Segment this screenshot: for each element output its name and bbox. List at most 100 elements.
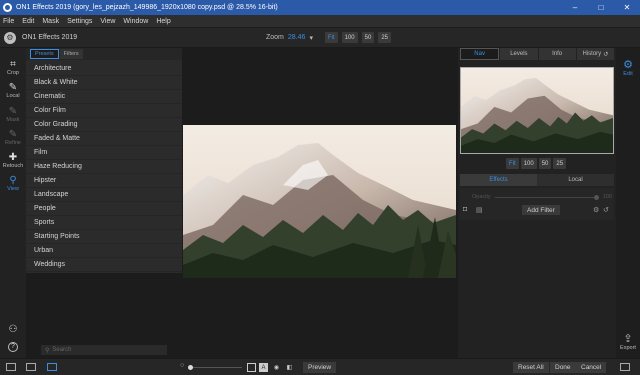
cancel-button[interactable]: Cancel — [576, 362, 607, 373]
preset-category[interactable]: Urban — [26, 244, 182, 258]
menu-help[interactable]: Help — [156, 18, 170, 25]
opacity-slider[interactable] — [494, 194, 599, 200]
tool-view[interactable]: ⚲ View — [0, 175, 26, 193]
gear-icon[interactable]: ⚙ — [4, 31, 16, 44]
left-toolbar: ⌗ Crop ✎ Local ✎ Mask ✎ Refine ✚ Retouch… — [0, 48, 26, 358]
preset-category[interactable]: Cinematic — [26, 90, 182, 104]
zoom-25-button[interactable]: 25 — [378, 32, 392, 43]
opacity-control: Opacity 100 — [472, 194, 612, 200]
menu-settings[interactable]: Settings — [67, 18, 92, 25]
menu-view[interactable]: View — [100, 18, 115, 25]
preset-category[interactable]: Hipster — [26, 174, 182, 188]
presets-list: Architecture Black & White Cinematic Col… — [26, 60, 182, 272]
thumbnail-size-knob[interactable] — [188, 365, 193, 370]
preset-category[interactable]: Weddings — [26, 258, 182, 272]
bottom-bar: ○ A ◉ ◧ Preview Reset All Done Cancel — [0, 358, 640, 375]
preset-category[interactable]: Haze Reducing — [26, 160, 182, 174]
done-button[interactable]: Done — [550, 362, 576, 373]
nav-50-button[interactable]: 50 — [538, 158, 552, 169]
app-icon — [3, 3, 12, 12]
tab-local[interactable]: Local — [537, 174, 614, 186]
zoom-out-icon[interactable]: ○ — [180, 362, 184, 369]
opacity-slider-knob[interactable] — [593, 194, 599, 200]
preset-category[interactable]: Architecture — [26, 62, 182, 76]
single-view-icon[interactable] — [47, 363, 57, 371]
settings-icon[interactable]: ⚙ — [593, 206, 599, 214]
reset-all-button[interactable]: Reset All — [513, 362, 549, 373]
presets-tabs: Presets Filters — [26, 48, 182, 60]
opacity-label: Opacity — [472, 194, 491, 200]
minimize-button[interactable]: – — [562, 0, 588, 15]
tool-crop[interactable]: ⌗ Crop — [0, 60, 26, 77]
edit-gear-icon: ⚙ — [623, 59, 633, 71]
tab-history[interactable]: History ↺ — [576, 48, 614, 60]
zoom-fit-button[interactable]: Fit — [324, 32, 338, 43]
menu-file[interactable]: File — [3, 18, 14, 25]
tab-presets[interactable]: Presets — [30, 49, 59, 59]
tab-nav[interactable]: Nav — [460, 48, 500, 60]
zoom-100-button[interactable]: 100 — [341, 32, 358, 43]
export-button[interactable]: ⇪ Export — [616, 334, 640, 352]
presets-panel: Presets Filters Architecture Black & Whi… — [26, 48, 182, 273]
preset-category[interactable]: Film — [26, 146, 182, 160]
thumbnail-size-slider[interactable] — [188, 365, 242, 370]
preset-category[interactable]: Color Grading — [26, 118, 182, 132]
tool-retouch[interactable]: ✚ Retouch — [0, 153, 26, 170]
preset-category[interactable]: People — [26, 202, 182, 216]
tool-local[interactable]: ✎ Local — [0, 82, 26, 100]
main-photo[interactable] — [183, 125, 456, 278]
mask-view-icon[interactable]: ◉ — [272, 363, 281, 372]
preset-category[interactable]: Faded & Matte — [26, 132, 182, 146]
nav-fit-button[interactable]: Fit — [506, 158, 519, 169]
history-icon: ↺ — [603, 51, 609, 58]
reset-icon[interactable]: ↺ — [603, 206, 609, 214]
preset-category[interactable]: Sports — [26, 216, 182, 230]
preview-button[interactable]: Preview — [303, 362, 337, 373]
tool-mask[interactable]: ✎ Mask — [0, 107, 26, 124]
preset-category[interactable]: Landscape — [26, 188, 182, 202]
zoom-value[interactable]: 28.46 — [288, 34, 306, 41]
view-icon: ⚲ — [9, 175, 17, 186]
tab-levels[interactable]: Levels — [500, 48, 538, 60]
menu-mask[interactable]: Mask — [42, 18, 59, 25]
camera-icon[interactable]: ◘ — [463, 206, 467, 213]
tab-info[interactable]: Info — [538, 48, 576, 60]
preset-category[interactable]: Black & White — [26, 76, 182, 90]
menu-window[interactable]: Window — [123, 18, 148, 25]
nav-25-button[interactable]: 25 — [553, 158, 567, 169]
compare-icon[interactable]: A — [259, 363, 268, 372]
overlay-icon[interactable]: ◧ — [285, 363, 294, 372]
add-filter-button[interactable]: Add Filter — [522, 205, 560, 215]
tab-filters[interactable]: Filters — [59, 49, 83, 59]
effects-panel: Opacity 100 ◘ ▤ Add Filter ⚙ ↺ — [460, 188, 614, 220]
navigator-preview[interactable] — [460, 67, 614, 154]
zoom-50-button[interactable]: 50 — [361, 32, 375, 43]
zoom-dropdown-icon[interactable]: ▾ — [309, 34, 313, 42]
user-button[interactable]: ⚇ — [0, 325, 26, 335]
maximize-button[interactable]: □ — [588, 0, 614, 15]
search-input[interactable]: ⚲ Search — [41, 345, 167, 355]
zoom-label: Zoom — [266, 34, 284, 41]
mountain-landscape-image — [183, 125, 456, 278]
menu-bar: File Edit Mask Settings View Window Help — [0, 15, 640, 28]
brush-icon: ✎ — [8, 82, 18, 93]
filmstrip-icon[interactable]: ▤ — [476, 206, 483, 214]
preset-category[interactable]: Color Film — [26, 104, 182, 118]
help-button[interactable]: ? — [0, 342, 26, 352]
right-panel-toggle-icon[interactable] — [620, 363, 630, 371]
crop-view-icon[interactable] — [247, 363, 256, 372]
tab-effects[interactable]: Effects — [460, 174, 537, 186]
tool-retouch-label: Retouch — [2, 163, 24, 169]
nav-100-button[interactable]: 100 — [520, 158, 537, 169]
preset-category[interactable]: Starting Points — [26, 230, 182, 244]
tool-refine[interactable]: ✎ Refine — [0, 130, 26, 147]
tool-crop-label: Crop — [7, 70, 19, 76]
panel-toggle-icon[interactable] — [6, 363, 16, 371]
module-edit[interactable]: ⚙ Edit — [616, 59, 640, 78]
help-icon: ? — [8, 342, 18, 352]
close-button[interactable]: ✕ — [614, 0, 640, 15]
effects-tabs: Effects Local — [460, 174, 614, 186]
menu-edit[interactable]: Edit — [22, 18, 34, 25]
filmstrip-view-icon[interactable] — [26, 363, 36, 371]
opacity-value: 100 — [602, 194, 612, 200]
